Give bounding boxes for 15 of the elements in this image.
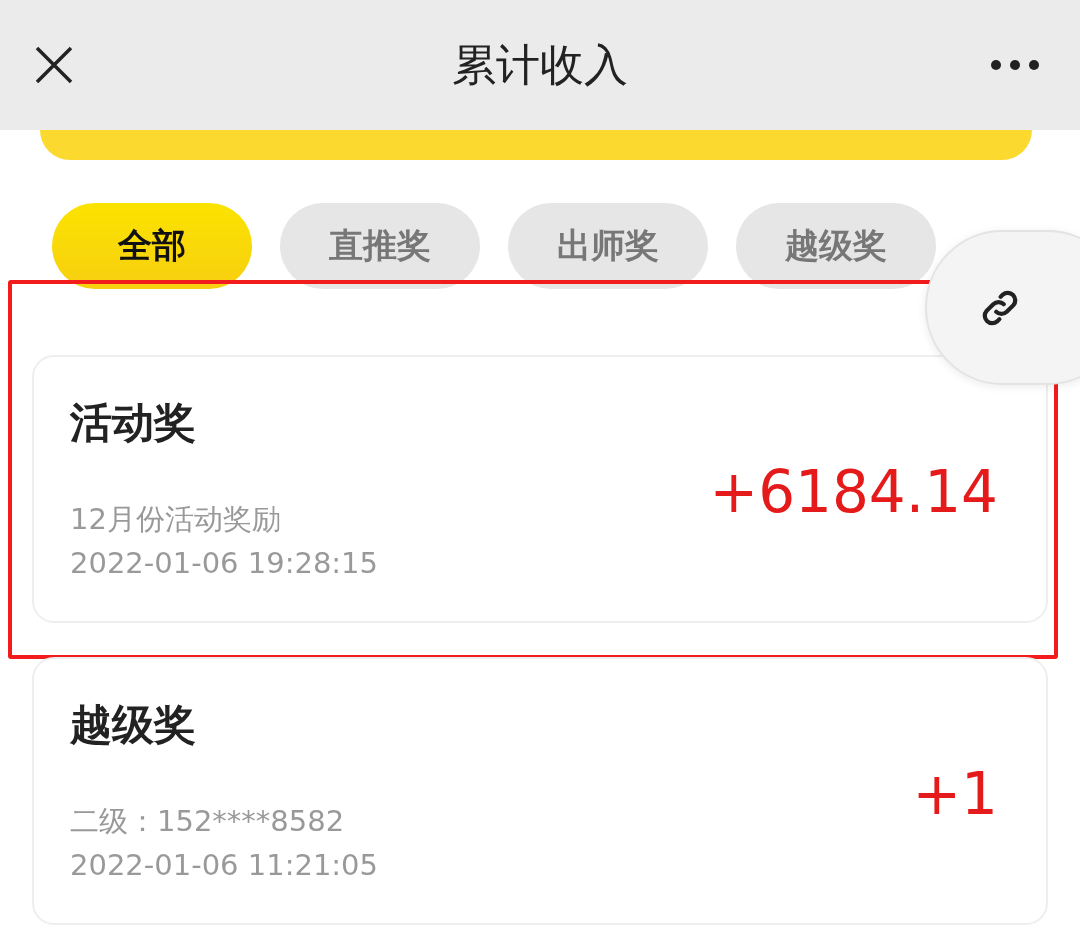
record-time: 2022-01-06 11:21:05: [70, 847, 378, 884]
record-amount: +1: [912, 760, 998, 828]
record-title: 活动奖: [70, 397, 197, 449]
more-icon[interactable]: [990, 59, 1040, 71]
filter-tab[interactable]: 全部: [52, 203, 252, 289]
record-title: 越级奖: [70, 699, 197, 751]
filter-tab[interactable]: 越级奖: [736, 203, 936, 289]
filter-tab[interactable]: 直推奖: [280, 203, 480, 289]
record-description: 二级：152****8582: [70, 803, 346, 840]
close-icon[interactable]: [34, 45, 74, 85]
filter-tab[interactable]: 出师奖: [508, 203, 708, 289]
page-title: 累计收入: [452, 38, 628, 90]
record-description: 12月份活动奖励: [70, 501, 282, 538]
record-amount: +6184.14: [709, 458, 998, 526]
record-time: 2022-01-06 19:28:15: [70, 545, 378, 582]
